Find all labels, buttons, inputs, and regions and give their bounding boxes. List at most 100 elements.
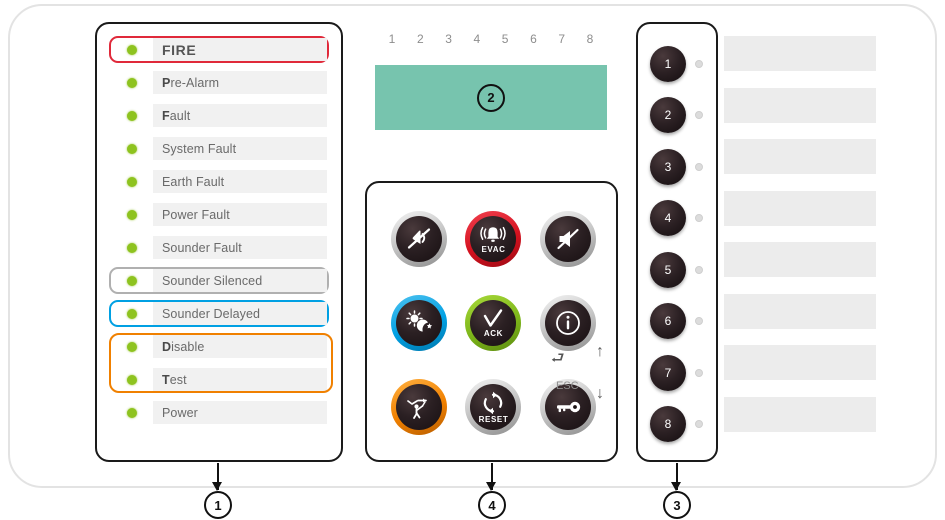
test-walk-button[interactable] <box>391 379 448 435</box>
acknowledge-button[interactable]: ACK <box>465 295 522 351</box>
zone-label-strip <box>724 87 876 123</box>
buzzer-silence-icon <box>406 227 432 251</box>
zone-panel: 1 2 3 4 5 6 7 8 <box>636 22 718 462</box>
indicator-strip: Power <box>153 401 327 424</box>
zone-label-strip <box>724 293 876 329</box>
zone-led <box>695 111 703 120</box>
zone-row: 8 <box>638 399 720 451</box>
zone-label-strip <box>724 345 876 380</box>
zone-button[interactable]: 8 <box>650 406 686 443</box>
indicator-led <box>127 143 137 154</box>
indicator-strip: Power Fault <box>153 203 327 226</box>
zone-row: 6 <box>638 296 720 348</box>
zone-button[interactable]: 5 <box>650 251 686 288</box>
zone-button[interactable]: 1 <box>650 45 686 82</box>
indicator-row: Fault <box>109 102 329 129</box>
indicator-row: Test <box>109 366 329 393</box>
silence-buzzer-button[interactable] <box>391 211 448 267</box>
keypad-panel: EVAC ACK RESET ⮐ ESC ↑ ↓ <box>365 181 618 462</box>
indicator-label: Test <box>162 372 187 387</box>
zone-row: 3 <box>638 141 720 193</box>
lcd-screen[interactable]: 2 <box>375 65 607 130</box>
zone-row: 1 <box>638 38 720 90</box>
button-cap[interactable] <box>396 216 443 262</box>
reset-button[interactable]: RESET <box>465 379 522 435</box>
button-cap[interactable] <box>396 300 443 346</box>
indicator-label: Sounder Fault <box>162 240 242 255</box>
zone-button[interactable]: 6 <box>650 303 686 340</box>
indicator-led <box>127 110 137 121</box>
callout-arrow-3 <box>671 482 681 491</box>
zone-label-strip <box>724 396 876 432</box>
zone-label-strip <box>724 139 876 174</box>
scroll-down-icon[interactable]: ↓ <box>596 385 604 403</box>
zone-button[interactable]: 7 <box>650 354 686 391</box>
scroll-up-icon[interactable]: ↑ <box>596 343 604 361</box>
indicator-led <box>127 242 137 253</box>
keypad-button-grid: EVAC ACK RESET <box>382 197 605 449</box>
indicator-strip: System Fault <box>153 137 327 160</box>
zone-button[interactable]: 3 <box>650 148 686 185</box>
checkmark-icon <box>482 308 504 329</box>
zone-button[interactable]: 2 <box>650 97 686 134</box>
reset-circular-arrows-icon <box>481 391 505 415</box>
button-cap[interactable] <box>396 384 443 430</box>
indicator-row: Earth Fault <box>109 168 329 195</box>
indicator-led <box>127 341 137 352</box>
display-zone-number: 5 <box>501 32 509 46</box>
display-zone-number: 6 <box>530 32 537 46</box>
callout-marker-3: 3 <box>663 491 691 519</box>
zone-row: 4 <box>638 193 720 245</box>
zone-label-strip <box>724 242 876 277</box>
evacuate-button[interactable]: EVAC <box>465 211 522 267</box>
indicator-strip: Sounder Silenced <box>153 269 327 292</box>
display-zone-number: 4 <box>473 32 481 46</box>
indicator-strip: Sounder Delayed <box>153 302 327 325</box>
display-zone-number: 8 <box>586 32 594 46</box>
info-button[interactable] <box>539 295 596 351</box>
ringing-bell-icon <box>478 225 508 245</box>
display-zone-number: 1 <box>388 32 396 46</box>
display-area: 1 2 3 4 5 6 7 8 2 <box>375 32 607 144</box>
zone-led <box>695 368 703 377</box>
callout-marker-2: 2 <box>477 83 505 112</box>
indicator-row: Sounder Silenced <box>109 267 329 294</box>
indicator-label: Disable <box>162 339 205 354</box>
sun-moon-icon <box>404 310 434 336</box>
zone-led <box>695 162 703 171</box>
indicator-led <box>127 275 137 286</box>
indicator-panel: FIRE Pre-Alarm Fault System Fault Earth Faul… <box>95 22 343 462</box>
scroll-arrows[interactable]: ↑ ↓ <box>592 343 608 403</box>
zone-led <box>695 265 703 274</box>
indicator-label: Sounder Silenced <box>162 273 263 288</box>
indicator-row: Disable <box>109 333 329 360</box>
fire-alarm-panel: FIRE Pre-Alarm Fault System Fault Earth Faul… <box>0 0 945 520</box>
indicator-row: Power Fault <box>109 201 329 228</box>
indicator-row: FIRE <box>109 36 329 63</box>
indicator-strip: Fault <box>153 104 327 127</box>
indicator-strip: Earth Fault <box>153 170 327 193</box>
zone-led <box>695 420 703 429</box>
indicator-led <box>127 176 137 187</box>
button-cap[interactable] <box>544 216 591 262</box>
indicator-row: Power <box>109 399 329 426</box>
callout-marker-1: 1 <box>204 491 232 519</box>
indicator-strip: FIRE <box>153 38 327 61</box>
indicator-led <box>127 77 137 88</box>
button-cap[interactable] <box>544 300 591 346</box>
esc-label: ESC <box>556 380 579 392</box>
callout-marker-4: 4 <box>478 491 506 519</box>
indicator-label: Power Fault <box>162 207 230 222</box>
info-icon <box>554 309 582 337</box>
indicator-label: System Fault <box>162 141 237 156</box>
indicator-strip: Pre-Alarm <box>153 71 327 94</box>
zone-button[interactable]: 4 <box>650 200 686 237</box>
speaker-muted-icon <box>555 227 581 251</box>
indicator-row: System Fault <box>109 135 329 162</box>
callout-arrow-1 <box>212 482 222 491</box>
key-icon <box>554 399 582 415</box>
day-night-mode-button[interactable] <box>391 295 448 351</box>
zone-led <box>695 214 703 223</box>
silence-sounders-button[interactable] <box>539 211 596 267</box>
indicator-row: Sounder Fault <box>109 234 329 261</box>
